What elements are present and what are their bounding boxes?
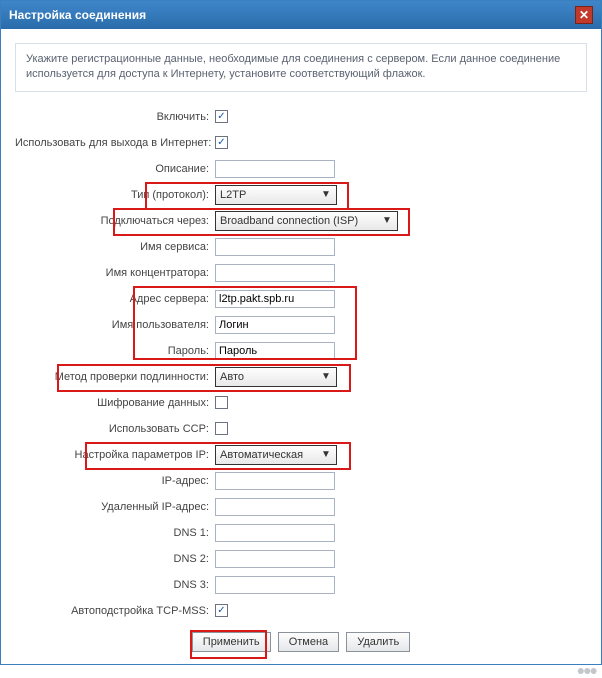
row-dns2: DNS 2: [15, 548, 587, 570]
row-description: Описание: [15, 158, 587, 180]
connection-dialog: Настройка соединения ✕ Укажите регистрац… [0, 0, 602, 665]
row-password: Пароль: [15, 340, 587, 362]
label-ipconfig: Настройка параметров IP: [15, 449, 215, 461]
row-username: Имя пользователя: [15, 314, 587, 336]
instruction-text: Укажите регистрационные данные, необходи… [15, 43, 587, 92]
cancel-button[interactable]: Отмена [278, 632, 339, 652]
row-encryption: Шифрование данных: [15, 392, 587, 414]
titlebar: Настройка соединения ✕ [1, 1, 601, 29]
row-remoteip: Удаленный IP-адрес: [15, 496, 587, 518]
label-ipaddr: IP-адрес: [15, 475, 215, 487]
input-concentrator[interactable] [215, 264, 335, 282]
row-tcpmss: Автоподстройка TCP-MSS: ✓ [15, 600, 587, 622]
button-row: Применить Отмена Удалить [15, 626, 587, 656]
row-concentrator: Имя концентратора: [15, 262, 587, 284]
label-enable: Включить: [15, 111, 215, 123]
row-ipconfig: Настройка параметров IP: Автоматическая … [15, 444, 587, 466]
row-ipaddr: IP-адрес: [15, 470, 587, 492]
apply-button[interactable]: Применить [192, 632, 271, 652]
row-auth: Метод проверки подлинности: Авто ▼ [15, 366, 587, 388]
input-dns3[interactable] [215, 576, 335, 594]
label-concentrator: Имя концентратора: [15, 267, 215, 279]
select-connect-via-value: Broadband connection (ISP) [220, 215, 358, 227]
select-auth[interactable]: Авто ▼ [215, 367, 337, 387]
input-description[interactable] [215, 160, 335, 178]
resize-grip-icon: ●●● [0, 665, 602, 675]
label-remoteip: Удаленный IP-адрес: [15, 501, 215, 513]
input-server-addr[interactable] [215, 290, 335, 308]
close-icon[interactable]: ✕ [575, 6, 593, 24]
label-username: Имя пользователя: [15, 319, 215, 331]
row-dns1: DNS 1: [15, 522, 587, 544]
checkbox-internet[interactable]: ✓ [215, 136, 228, 149]
select-ipconfig[interactable]: Автоматическая ▼ [215, 445, 337, 465]
label-internet: Использовать для выхода в Интернет: [15, 137, 215, 149]
label-password: Пароль: [15, 345, 215, 357]
row-protocol: Тип (протокол): L2TP ▼ [15, 184, 587, 206]
row-enable: Включить: ✓ [15, 106, 587, 128]
label-service: Имя сервиса: [15, 241, 215, 253]
label-dns1: DNS 1: [15, 527, 215, 539]
row-internet: Использовать для выхода в Интернет: ✓ [15, 132, 587, 154]
input-password[interactable] [215, 342, 335, 360]
select-ipconfig-value: Автоматическая [220, 449, 303, 461]
input-dns1[interactable] [215, 524, 335, 542]
label-tcpmss: Автоподстройка TCP-MSS: [15, 605, 215, 617]
row-connect-via: Подключаться через: Broadband connection… [15, 210, 587, 232]
row-ccp: Использовать CCP: [15, 418, 587, 440]
input-remoteip[interactable] [215, 498, 335, 516]
delete-button[interactable]: Удалить [346, 632, 410, 652]
input-service[interactable] [215, 238, 335, 256]
label-ccp: Использовать CCP: [15, 423, 215, 435]
label-server-addr: Адрес сервера: [15, 293, 215, 305]
select-protocol[interactable]: L2TP ▼ [215, 185, 337, 205]
dialog-body: Укажите регистрационные данные, необходи… [1, 29, 601, 664]
checkbox-encryption[interactable] [215, 396, 228, 409]
label-protocol: Тип (протокол): [15, 189, 215, 201]
chevron-down-icon: ▼ [318, 449, 334, 460]
label-dns3: DNS 3: [15, 579, 215, 591]
chevron-down-icon: ▼ [379, 215, 395, 226]
row-dns3: DNS 3: [15, 574, 587, 596]
row-server-addr: Адрес сервера: [15, 288, 587, 310]
label-description: Описание: [15, 163, 215, 175]
checkbox-enable[interactable]: ✓ [215, 110, 228, 123]
input-username[interactable] [215, 316, 335, 334]
row-service: Имя сервиса: [15, 236, 587, 258]
label-dns2: DNS 2: [15, 553, 215, 565]
select-protocol-value: L2TP [220, 189, 246, 201]
checkbox-tcpmss[interactable]: ✓ [215, 604, 228, 617]
label-encryption: Шифрование данных: [15, 397, 215, 409]
input-dns2[interactable] [215, 550, 335, 568]
input-ipaddr[interactable] [215, 472, 335, 490]
checkbox-ccp[interactable] [215, 422, 228, 435]
select-connect-via[interactable]: Broadband connection (ISP) ▼ [215, 211, 398, 231]
chevron-down-icon: ▼ [318, 371, 334, 382]
select-auth-value: Авто [220, 371, 244, 383]
dialog-title: Настройка соединения [9, 8, 146, 22]
chevron-down-icon: ▼ [318, 189, 334, 200]
label-auth: Метод проверки подлинности: [15, 371, 215, 383]
label-connect-via: Подключаться через: [15, 215, 215, 227]
